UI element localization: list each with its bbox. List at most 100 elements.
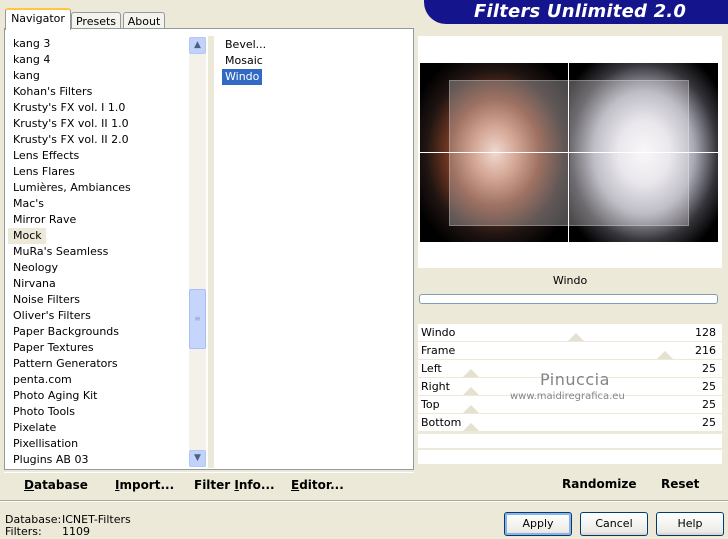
database-hotkey: D bbox=[24, 478, 34, 492]
filter-category-label: Lens Flares bbox=[13, 165, 75, 178]
apply-button[interactable]: Apply bbox=[504, 512, 572, 536]
filter-category-label: Krusty's FX vol. II 1.0 bbox=[13, 117, 129, 130]
editor-hotkey: E bbox=[291, 478, 300, 492]
filter-category-label: kang 3 bbox=[13, 37, 51, 50]
param-row-bottom[interactable]: Bottom 25 bbox=[418, 414, 722, 432]
tab-navigator[interactable]: Navigator bbox=[5, 8, 71, 30]
filter-category-item[interactable]: Kohan's Filters bbox=[8, 84, 188, 100]
current-filter-name: Windo bbox=[418, 270, 722, 292]
slider-marker-icon[interactable] bbox=[463, 423, 479, 431]
filter-category-list[interactable]: kang 3 kang 4 kang Kohan's Filters Krusty's … bbox=[8, 36, 188, 468]
status-filters-label: Filters: bbox=[5, 525, 42, 538]
filter-category-item[interactable]: Krusty's FX vol. II 2.0 bbox=[8, 132, 188, 148]
filter-list-scrollbar[interactable]: ▲ ≡ ▼ bbox=[189, 37, 206, 467]
filter-category-item[interactable]: MuRa's Seamless bbox=[8, 244, 188, 260]
empty-param-row bbox=[418, 434, 722, 449]
watermark-url: www.maidiregrafica.eu bbox=[510, 391, 625, 402]
filter-effect-item[interactable]: Bevel... bbox=[222, 37, 408, 53]
filter-category-label: Oliver's Filters bbox=[13, 309, 91, 322]
filter-effect-item[interactable]: Mosaic bbox=[222, 53, 408, 69]
cancel-button[interactable]: Cancel bbox=[580, 512, 648, 536]
filter-category-item[interactable]: Photo Aging Kit bbox=[8, 388, 188, 404]
param-name: Windo bbox=[421, 326, 456, 339]
status-filters-value: 1109 bbox=[62, 525, 90, 538]
preview-panel: Windo Windo 128 Frame 216 Left 25 Right 25 Top 25… bbox=[418, 36, 722, 470]
scroll-down-button[interactable]: ▼ bbox=[189, 450, 206, 467]
filter-category-item[interactable]: kang 3 bbox=[8, 36, 188, 52]
filter-category-item[interactable]: Mock bbox=[8, 228, 188, 244]
filter-info-label: nfo... bbox=[238, 478, 275, 492]
filter-effect-label: Bevel... bbox=[225, 38, 267, 51]
reset-button[interactable]: Reset bbox=[661, 477, 699, 491]
watermark-name: Pinuccia bbox=[540, 370, 610, 389]
filter-category-label: Lumières, Ambiances bbox=[13, 181, 131, 194]
editor-button[interactable]: Editor... bbox=[291, 478, 344, 492]
filter-category-item[interactable]: Lens Effects bbox=[8, 148, 188, 164]
import-button[interactable]: Import... bbox=[115, 478, 174, 492]
list-divider[interactable] bbox=[208, 36, 214, 468]
filter-category-label: Pattern Generators bbox=[13, 357, 118, 370]
slider-marker-icon[interactable] bbox=[463, 387, 479, 395]
scroll-thumb[interactable]: ≡ bbox=[189, 289, 206, 349]
filter-category-label: Paper Textures bbox=[13, 341, 94, 354]
filter-category-item[interactable]: Mirror Rave bbox=[8, 212, 188, 228]
filter-category-label: Lens Effects bbox=[13, 149, 80, 162]
filter-category-label: Neology bbox=[13, 261, 59, 274]
filter-effect-label: Windo bbox=[222, 69, 263, 85]
filter-category-label: Kohan's Filters bbox=[13, 85, 93, 98]
slider-marker-icon[interactable] bbox=[463, 369, 479, 377]
filter-category-label: Krusty's FX vol. I 1.0 bbox=[13, 101, 126, 114]
preview-frame bbox=[418, 36, 722, 268]
preview-crosshair-horizontal bbox=[420, 152, 718, 153]
filter-info-button[interactable]: Filter Info... bbox=[194, 478, 275, 492]
status-separator bbox=[0, 500, 728, 502]
filter-category-item[interactable]: Paper Textures bbox=[8, 340, 188, 356]
editor-label: ditor... bbox=[299, 478, 344, 492]
filter-category-item[interactable]: Plugins AB 03 bbox=[8, 452, 188, 468]
filter-effect-label: Mosaic bbox=[225, 54, 263, 67]
slider-marker-icon[interactable] bbox=[568, 333, 584, 341]
filter-category-item[interactable]: Photo Tools bbox=[8, 404, 188, 420]
database-button[interactable]: Database bbox=[24, 478, 88, 492]
param-name: Left bbox=[421, 362, 442, 375]
filter-category-item[interactable]: Nirvana bbox=[8, 276, 188, 292]
filter-category-item[interactable]: Lens Flares bbox=[8, 164, 188, 180]
database-label: atabase bbox=[33, 478, 88, 492]
filter-category-item[interactable]: Pixelate bbox=[8, 420, 188, 436]
progress-bar bbox=[419, 294, 718, 304]
scroll-up-button[interactable]: ▲ bbox=[189, 37, 206, 54]
param-value: 128 bbox=[695, 326, 716, 339]
slider-marker-icon[interactable] bbox=[463, 405, 479, 413]
param-name: Bottom bbox=[421, 416, 462, 429]
filter-category-item[interactable]: Krusty's FX vol. II 1.0 bbox=[8, 116, 188, 132]
filter-category-item[interactable]: penta.com bbox=[8, 372, 188, 388]
filter-category-item[interactable]: Paper Backgrounds bbox=[8, 324, 188, 340]
preview-image[interactable] bbox=[420, 63, 718, 242]
filter-category-item[interactable]: Pixellisation bbox=[8, 436, 188, 452]
help-button[interactable]: Help bbox=[656, 512, 724, 536]
param-row-frame[interactable]: Frame 216 bbox=[418, 342, 722, 360]
navigator-button-bar: Database Import... Filter Info... Editor… bbox=[4, 472, 414, 498]
filter-category-item[interactable]: Mac's bbox=[8, 196, 188, 212]
filter-category-item[interactable]: Pattern Generators bbox=[8, 356, 188, 372]
filter-category-item[interactable]: Noise Filters bbox=[8, 292, 188, 308]
param-row-windo[interactable]: Windo 128 bbox=[418, 324, 722, 342]
filter-category-item[interactable]: Neology bbox=[8, 260, 188, 276]
param-value: 25 bbox=[702, 416, 716, 429]
filter-category-item[interactable]: Oliver's Filters bbox=[8, 308, 188, 324]
filter-category-item[interactable]: Lumières, Ambiances bbox=[8, 180, 188, 196]
slider-marker-icon[interactable] bbox=[657, 351, 673, 359]
filter-category-label: Mac's bbox=[13, 197, 45, 210]
filter-effect-list[interactable]: Bevel... Mosaic Windo bbox=[222, 37, 408, 85]
filter-effect-item[interactable]: Windo bbox=[222, 69, 408, 85]
filter-category-label: Photo Tools bbox=[13, 405, 75, 418]
filter-category-label: Photo Aging Kit bbox=[13, 389, 98, 402]
randomize-button[interactable]: Randomize bbox=[562, 477, 636, 491]
filter-category-item[interactable]: kang bbox=[8, 68, 188, 84]
filter-category-item[interactable]: Krusty's FX vol. I 1.0 bbox=[8, 100, 188, 116]
param-value: 25 bbox=[702, 398, 716, 411]
filter-category-item[interactable]: kang 4 bbox=[8, 52, 188, 68]
filter-category-label: kang 4 bbox=[13, 53, 51, 66]
import-label: mport... bbox=[119, 478, 175, 492]
filter-category-label: Noise Filters bbox=[13, 293, 80, 306]
